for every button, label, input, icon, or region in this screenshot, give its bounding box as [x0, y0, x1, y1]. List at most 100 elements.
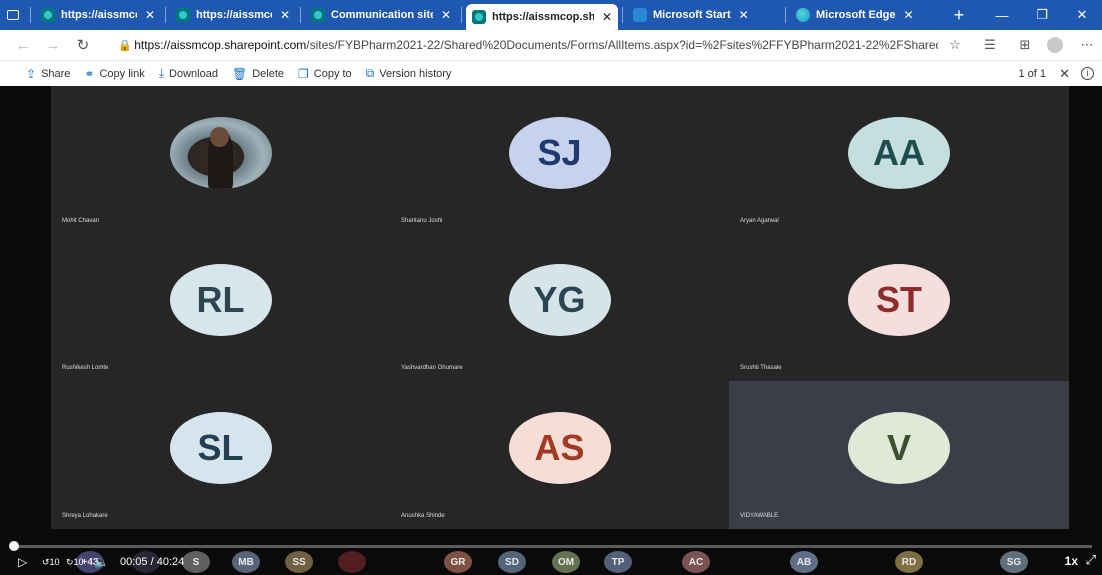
refresh-button[interactable]: ↻ — [68, 30, 98, 60]
command-label: Delete — [252, 67, 284, 80]
fullscreen-icon[interactable]: ⤢ — [1086, 552, 1096, 568]
favorites-icon[interactable]: ☰ — [975, 30, 1005, 60]
strip-participant: S — [182, 551, 210, 573]
play-button[interactable]: ▷ — [18, 552, 27, 572]
url-field[interactable]: 🔒 https://aissmcop.sharepoint.com/sites/… — [118, 34, 938, 56]
edge-icon — [796, 8, 810, 22]
progress-handle[interactable] — [9, 541, 20, 551]
microsoft-icon — [633, 8, 647, 22]
participant-tile: SJ Shantanu Joshi — [390, 86, 729, 234]
browser-tab[interactable]: Microsoft Start ✕ — [627, 0, 781, 30]
forward-button[interactable]: → — [38, 30, 68, 60]
strip-participant: TP — [604, 551, 632, 573]
skip-forward-button[interactable]: ↻ 10 — [66, 552, 84, 572]
skip-back-button[interactable]: ↺ 10 — [42, 552, 60, 572]
command-label: Version history — [379, 67, 452, 80]
participant-tile: ST Srushti Thasale — [729, 234, 1069, 381]
skip-forward-label: 10 — [73, 557, 84, 567]
video-player[interactable]: Mohit Chavan SJ Shantanu Joshi AA Aryan Agar… — [0, 86, 1102, 575]
command-label: Copy to — [313, 67, 352, 80]
participant-avatar: ST — [848, 264, 950, 337]
participant-name: Shreya Lohakare — [62, 513, 108, 519]
sharepoint-icon — [472, 10, 486, 24]
participant-avatar: AA — [848, 116, 950, 189]
command-label: Copy link — [99, 67, 145, 80]
info-icon[interactable]: i — [1081, 67, 1094, 80]
download-button[interactable]: ⤓ Download — [159, 66, 218, 81]
participant-tile: Mohit Chavan — [51, 86, 390, 234]
participant-name: Rushikesh Lomte — [62, 365, 109, 371]
strip-participant: SG — [1000, 551, 1028, 573]
address-bar: ← → ↻ 🔒 https://aissmcop.sharepoint.com/… — [0, 30, 1102, 60]
strip-participant: AB — [790, 551, 818, 573]
close-icon[interactable]: ✕ — [1059, 61, 1070, 87]
progress-bar[interactable] — [9, 541, 1092, 551]
tab-divider — [622, 7, 623, 23]
volume-icon[interactable]: 🔈 — [94, 552, 109, 572]
strip-participant: GR — [444, 551, 472, 573]
restore-button[interactable]: ❐ — [1022, 0, 1062, 30]
new-tab-button[interactable]: + — [944, 5, 974, 26]
download-icon: ⤓ — [158, 66, 165, 80]
share-icon: ⇪ — [26, 66, 37, 81]
tab-actions-icon — [7, 10, 19, 20]
participant-name: Anushka Shinde — [401, 513, 445, 519]
copy-to-button[interactable]: ❐ Copy to — [298, 67, 352, 81]
history-icon: ⧉ — [365, 66, 375, 80]
participant-tile: RL Rushikesh Lomte — [51, 234, 390, 381]
participant-name: Srushti Thasale — [740, 365, 782, 371]
browser-tab[interactable]: Microsoft Edge ✕ — [790, 0, 944, 30]
more-menu-icon[interactable]: ⋯ — [1072, 30, 1102, 60]
delete-icon: 🗑 — [231, 66, 248, 81]
add-favorite-icon[interactable]: ☆ — [940, 30, 970, 60]
participant-tile: V VIDYAWABLE — [729, 381, 1069, 529]
browser-tab[interactable]: Communication site - Hc ✕ — [305, 0, 457, 30]
share-button[interactable]: ⇪ Share — [26, 67, 70, 81]
back-button[interactable]: ← — [8, 30, 38, 60]
close-window-button[interactable]: ✕ — [1062, 0, 1102, 30]
browser-tab[interactable]: https://aissmcop.sharep ✕ — [170, 0, 296, 30]
tab-divider — [300, 7, 301, 23]
link-icon: ⚭ — [84, 66, 95, 81]
tab-close-icon[interactable]: ✕ — [280, 8, 290, 22]
tab-close-icon[interactable]: ✕ — [441, 8, 451, 22]
command-bar: ⇪ Share ⚭ Copy link ⤓ Download 🗑 Delete ❐ Copy to… — [0, 60, 1102, 86]
participant-name: Shantanu Joshi — [401, 218, 443, 224]
participant-avatar: RL — [169, 264, 272, 337]
tab-close-icon[interactable]: ✕ — [145, 8, 155, 22]
participant-name: Mohit Chavan — [62, 218, 100, 224]
tab-label: https://aissmcop.sharep — [61, 9, 137, 21]
delete-button[interactable]: 🗑 Delete — [232, 67, 284, 81]
participant-avatar: V — [848, 411, 950, 484]
browser-tab[interactable]: https://aissmcop.sharep ✕ — [466, 4, 618, 30]
participant-grid: Mohit Chavan SJ Shantanu Joshi AA Aryan Agar… — [51, 86, 1069, 529]
tab-divider — [461, 7, 462, 23]
browser-tab[interactable]: https://aissmcop.sharep ✕ — [35, 0, 161, 30]
participant-tile: YG Yashvardhan Ghumare — [390, 234, 729, 381]
copy-link-button[interactable]: ⚭ Copy link — [84, 67, 144, 81]
current-time: 00:05 — [120, 556, 148, 568]
participant-avatar: AS — [508, 411, 611, 484]
profile-icon[interactable] — [1040, 30, 1070, 60]
tab-close-icon[interactable]: ✕ — [903, 8, 913, 22]
copy-icon: ❐ — [298, 66, 309, 81]
minimize-button[interactable]: — — [982, 0, 1022, 30]
url-path: /sites/FYBPharm2021-22/Shared%20Document… — [306, 38, 938, 52]
tab-close-icon[interactable]: ✕ — [602, 10, 612, 24]
pager: 1 of 1 — [1018, 68, 1046, 80]
participant-avatar: SJ — [508, 116, 611, 189]
tab-label: https://aissmcop.sharep — [196, 9, 272, 21]
participant-tile: SL Shreya Lohakare — [51, 381, 390, 529]
collections-icon[interactable]: ⊞ — [1010, 30, 1040, 60]
tab-close-icon[interactable]: ✕ — [739, 8, 749, 22]
time-separator: / — [150, 556, 154, 568]
version-history-button[interactable]: ⧉ Version history — [366, 66, 452, 81]
browser-tab-strip: https://aissmcop.sharep ✕ https://aissmcop… — [0, 0, 1102, 30]
tab-actions-button[interactable] — [0, 0, 26, 30]
participant-photo — [169, 116, 272, 189]
tab-label: Communication site - Hc — [331, 9, 433, 21]
playback-speed-button[interactable]: 1x — [1065, 554, 1078, 568]
sharepoint-icon — [311, 8, 325, 22]
url-host: https://aissmcop.sharepoint.com — [134, 38, 307, 52]
time-display: 00:05 / 40:24 — [120, 552, 184, 572]
